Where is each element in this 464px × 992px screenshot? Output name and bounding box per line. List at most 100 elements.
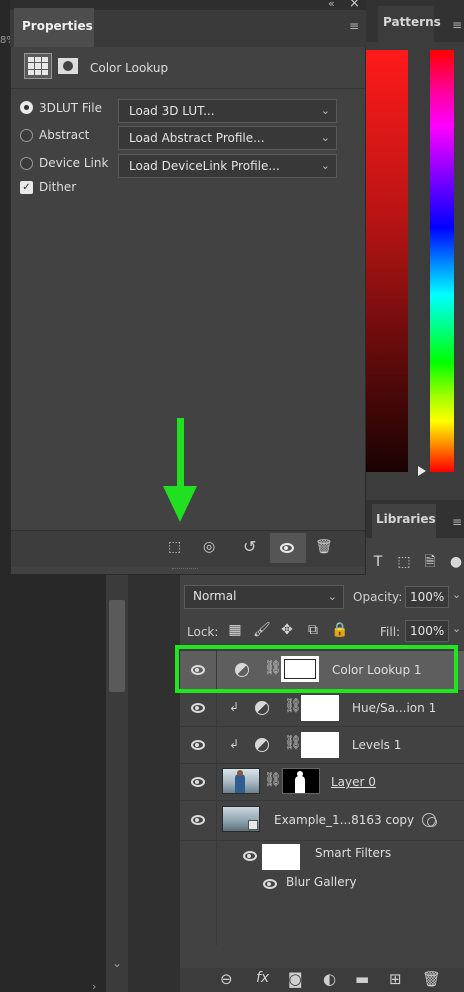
chevron-down-icon: ⌄ [327, 590, 337, 603]
filter-name[interactable]: Blur Gallery [286, 875, 357, 889]
fill-chevron-icon[interactable]: ⌄ [452, 622, 461, 635]
visibility-eye-icon[interactable] [191, 703, 205, 713]
reset-icon[interactable]: ↺ [243, 537, 256, 556]
chevron-down-icon: ⌄ [320, 104, 330, 117]
add-mask-icon[interactable]: ◙ [288, 970, 303, 988]
tab-libraries[interactable]: Libraries [372, 504, 436, 538]
dither-checkbox[interactable]: ✓ [20, 181, 33, 194]
patterns-menu-icon[interactable]: ≡ [452, 18, 462, 32]
clip-to-layer-icon[interactable]: ⬚ [168, 539, 181, 555]
option-label-abstract[interactable]: Abstract [39, 128, 89, 142]
new-group-icon[interactable]: ▬ [355, 970, 369, 988]
blur-gallery-eye-icon[interactable] [263, 879, 277, 889]
scroll-down-icon[interactable]: ⌄ [112, 956, 122, 970]
option-label-device-link[interactable]: Device Link [39, 156, 108, 170]
smart-object-thumbnail[interactable] [222, 806, 260, 832]
chevron-down-icon: ⌄ [320, 159, 330, 172]
link-icon[interactable]: ⛓ [264, 772, 282, 788]
panel-dock-gap [128, 560, 180, 992]
opacity-chevron-icon[interactable]: ⌄ [452, 588, 461, 601]
delete-layer-icon[interactable]: 🗑 [422, 970, 441, 988]
mask-silhouette [295, 776, 305, 793]
smart-filter-mask-thumbnail[interactable] [262, 844, 300, 870]
lock-position-icon[interactable]: ✥ [279, 621, 295, 639]
hue-slider[interactable] [430, 50, 454, 472]
load-abstract-dropdown[interactable]: Load Abstract Profile... ⌄ [118, 126, 337, 150]
layer-mask-thumbnail[interactable] [301, 732, 339, 758]
color-picker-field[interactable] [366, 50, 408, 472]
visibility-eye-icon[interactable] [191, 740, 205, 750]
properties-menu-icon[interactable]: ≡ [349, 19, 359, 33]
fill-input[interactable]: 100% [405, 620, 449, 642]
properties-bottom-bar [11, 531, 365, 567]
adjustment-grid-icon[interactable] [24, 53, 52, 79]
layer-name[interactable]: Levels 1 [352, 738, 401, 752]
photo-figure [235, 774, 245, 793]
visibility-eye-icon[interactable] [191, 815, 205, 825]
view-previous-state-icon[interactable]: ◎ [203, 539, 215, 555]
tab-properties[interactable]: Properties [14, 8, 94, 47]
eye-icon [280, 543, 294, 553]
canvas-scrollbar-thumb[interactable] [109, 600, 125, 692]
resize-grip[interactable] [172, 568, 198, 571]
delete-adjustment-icon[interactable]: 🗑 [315, 539, 333, 555]
radio-abstract[interactable] [20, 129, 33, 142]
lock-artboard-icon[interactable]: ⧉ [305, 621, 321, 639]
shape-filter-icon[interactable]: ⬚ [396, 554, 412, 570]
highlight-annotation [175, 645, 458, 693]
adjustment-layer-icon [255, 738, 269, 752]
radio-3dlut-file[interactable] [20, 101, 33, 114]
layer-mask-thumbnail[interactable] [301, 695, 339, 721]
layer-name[interactable]: Hue/Sa...ion 1 [352, 701, 436, 715]
load-devicelink-dropdown[interactable]: Load DeviceLink Profile... ⌄ [118, 154, 337, 178]
new-adjustment-icon[interactable]: ◐ [323, 970, 336, 988]
dropdown-value: Load Abstract Profile... [129, 131, 265, 145]
smart-filters-eye-icon[interactable] [243, 851, 257, 861]
radio-device-link[interactable] [20, 157, 33, 170]
annotation-arrow-shaft [177, 418, 184, 490]
hue-marker-icon[interactable] [418, 466, 426, 476]
fx-icon[interactable]: fx [256, 970, 269, 986]
mask-icon[interactable] [58, 58, 78, 74]
adjustment-title: Color Lookup [90, 61, 169, 75]
visibility-eye-icon[interactable] [191, 777, 205, 787]
dropdown-value: Load DeviceLink Profile... [129, 159, 280, 173]
annotation-arrow-icon [163, 486, 197, 522]
filter-toggle-icon[interactable]: ● [448, 554, 464, 570]
lock-transparent-icon[interactable]: ▦ [227, 621, 243, 639]
collapse-icon[interactable]: « [328, 0, 335, 10]
libraries-menu-icon[interactable]: ≡ [452, 515, 462, 529]
link-icon[interactable]: ⛓ [284, 735, 302, 751]
new-layer-icon[interactable]: ⊞ [389, 970, 402, 988]
link-icon[interactable]: ⛓ [284, 698, 302, 714]
blend-mode-select[interactable]: Normal ⌄ [184, 585, 344, 609]
expand-icon[interactable]: › [92, 980, 96, 992]
lock-image-icon[interactable]: 🖌 [253, 621, 271, 639]
smart-filters-label[interactable]: Smart Filters [315, 846, 391, 860]
fill-label: Fill: [380, 625, 401, 639]
dither-label[interactable]: Dither [39, 180, 76, 194]
load-3dlut-dropdown[interactable]: Load 3D LUT... ⌄ [118, 99, 337, 123]
tab-patterns[interactable]: Patterns [378, 6, 441, 42]
layer-name[interactable]: Layer 0 [331, 775, 376, 789]
option-label-3dlut[interactable]: 3DLUT File [39, 101, 102, 115]
type-filter-icon[interactable]: T [370, 554, 386, 570]
opacity-label: Opacity: [353, 590, 403, 604]
layer-thumbnail[interactable] [222, 768, 260, 794]
link-layers-icon[interactable]: ⊖ [220, 970, 233, 988]
chevron-down-icon: ⌄ [320, 131, 330, 144]
dropdown-value: Load 3D LUT... [129, 104, 215, 118]
blend-mode-value: Normal [193, 589, 237, 603]
close-icon[interactable]: × [349, 0, 360, 11]
smart-object-filter-icon[interactable]: 🗎 [422, 554, 438, 570]
layer-name[interactable]: Example_1...8163 copy [274, 813, 414, 827]
smart-filter-indicator-icon[interactable] [422, 813, 437, 827]
layer-mask-thumbnail[interactable] [282, 768, 320, 794]
lock-all-icon[interactable]: 🔒 [331, 621, 348, 639]
clipping-arrow-icon: ↲ [229, 700, 240, 714]
opacity-input[interactable]: 100% [405, 586, 449, 608]
clipping-arrow-icon: ↲ [229, 737, 240, 751]
toggle-visibility-button[interactable] [270, 533, 306, 563]
layers-bottom-bar: ⊖ fx ◙ ◐ ▬ ⊞ 🗑 [180, 968, 464, 992]
lock-label: Lock: [187, 625, 219, 639]
